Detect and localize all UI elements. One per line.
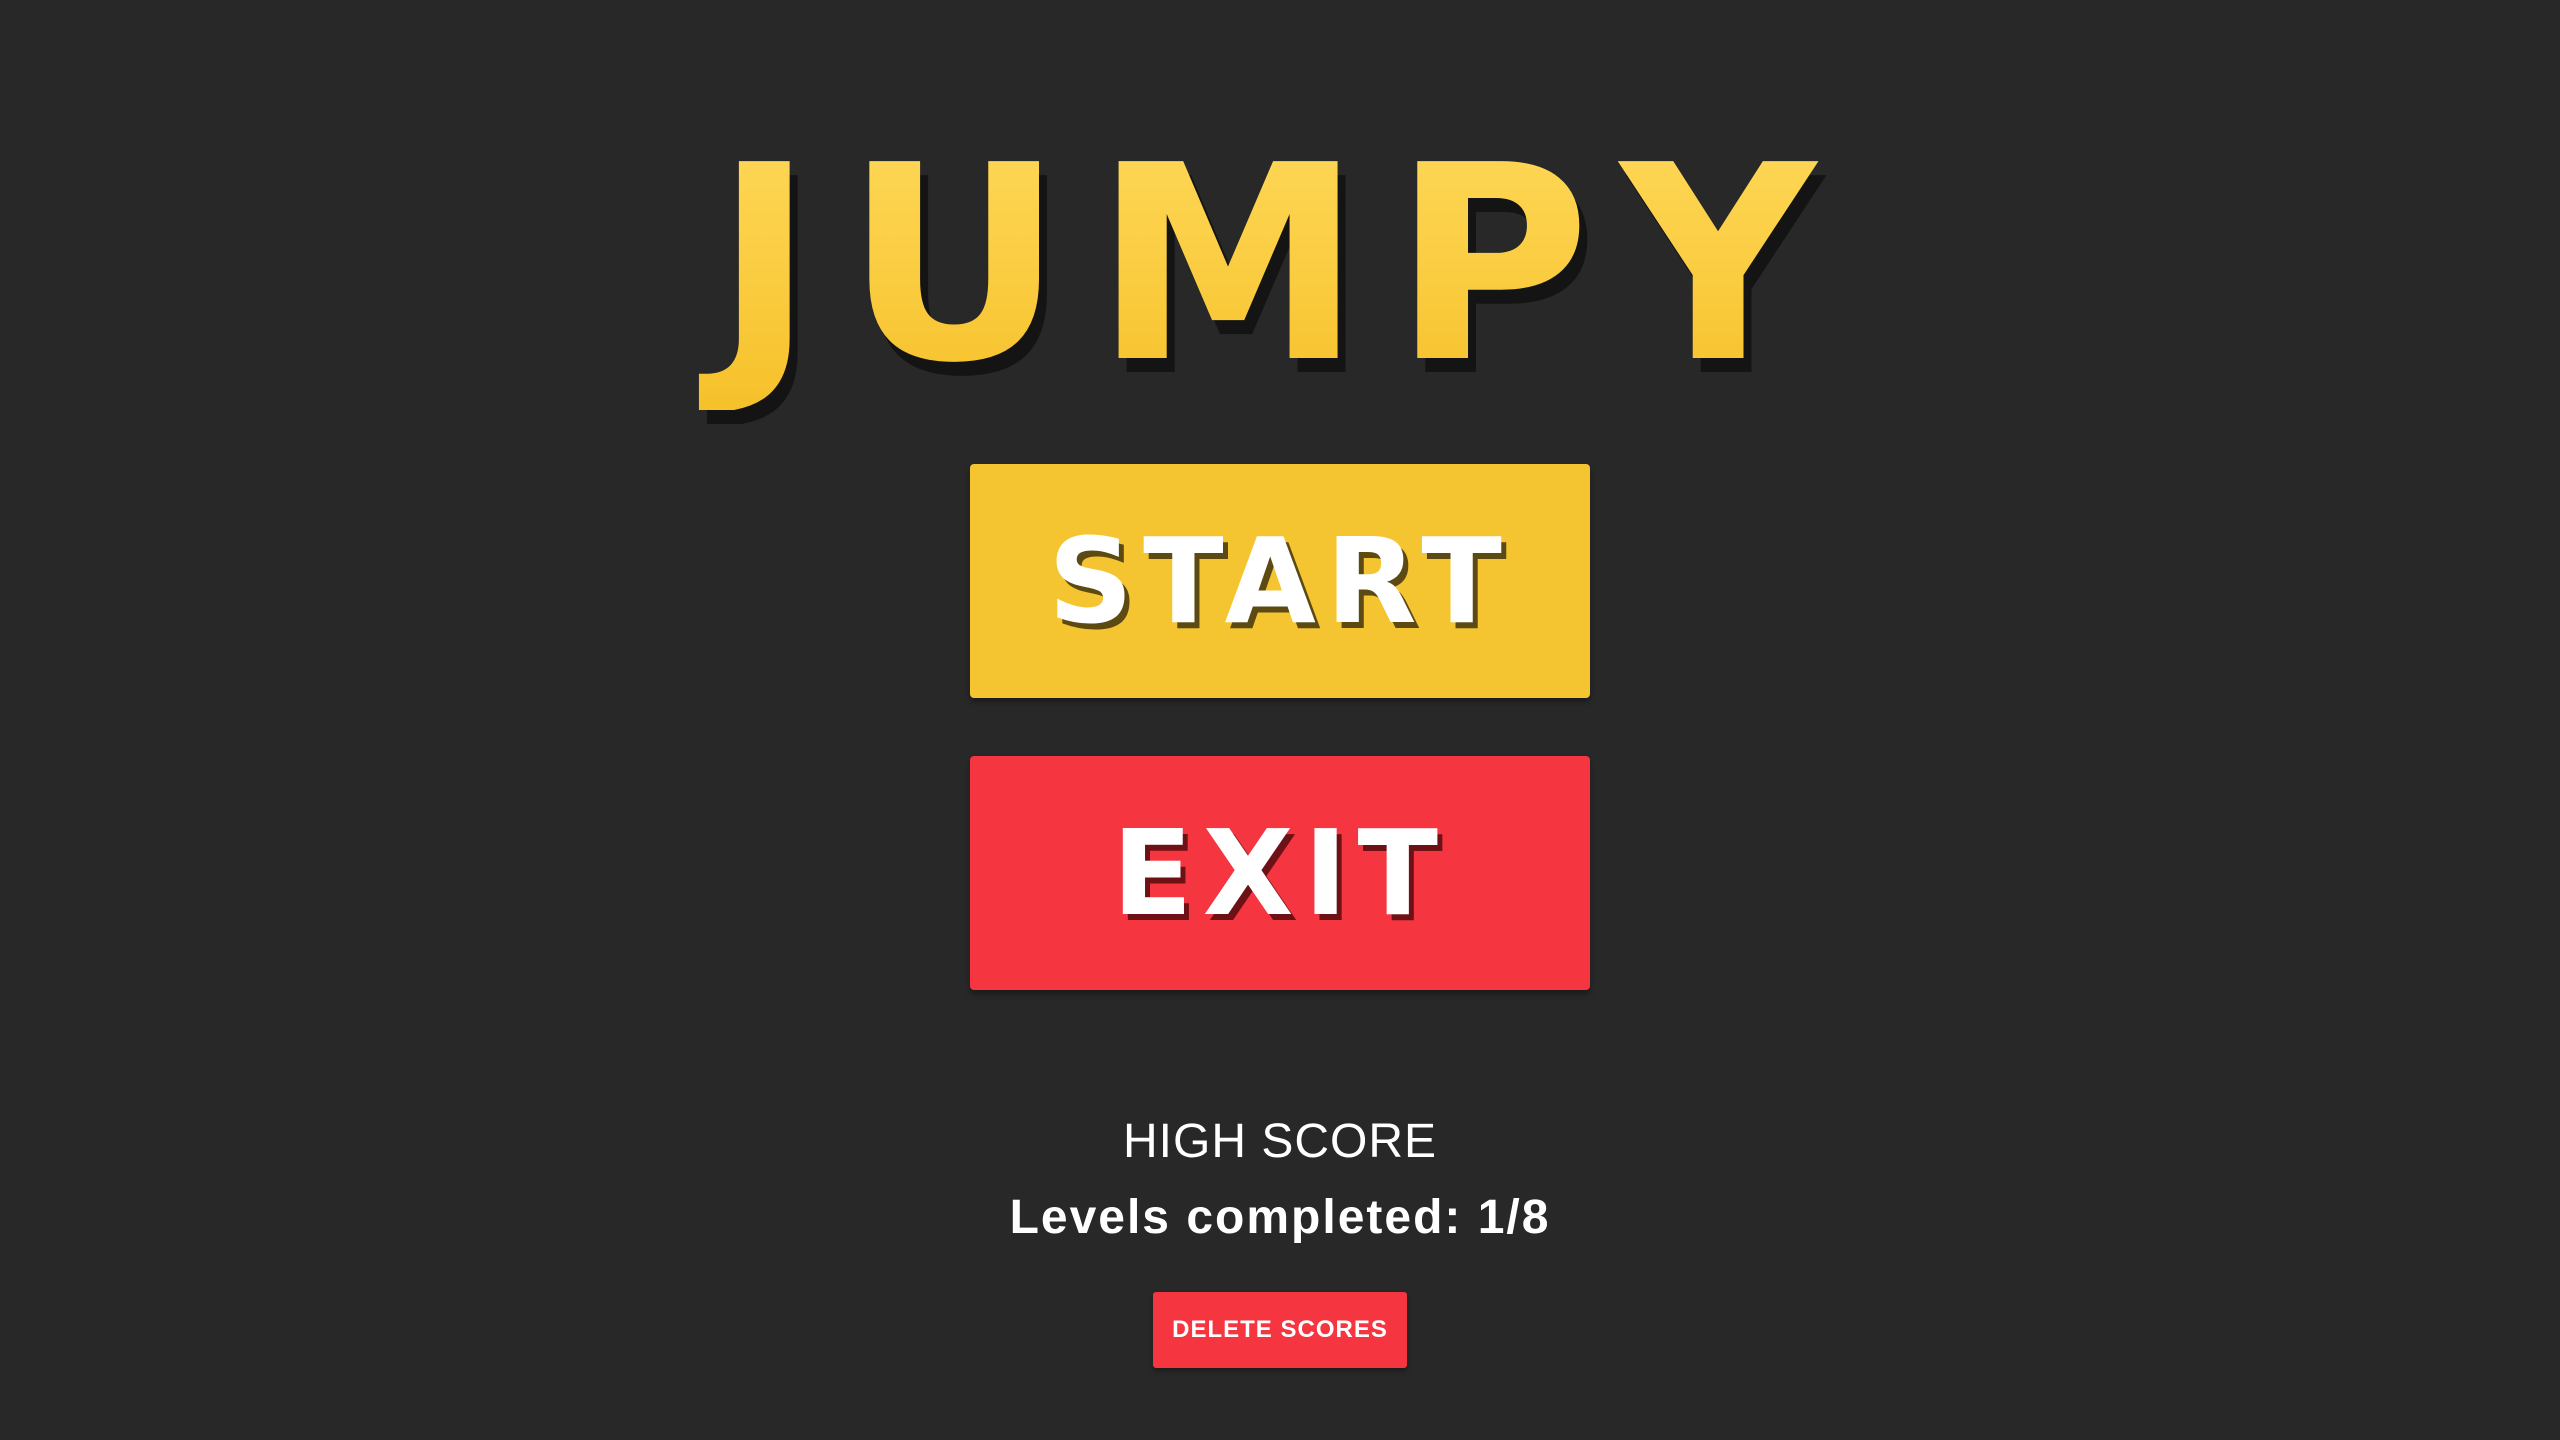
- game-title: JUMPY: [0, 120, 2560, 410]
- delete-scores-label: DELETE SCORES: [1172, 1316, 1388, 1343]
- high-score-heading: HIGH SCORE: [1122, 1115, 1438, 1168]
- main-menu-screen: JUMPY START EXIT HIGH SCORE Levels compl…: [0, 0, 2560, 1440]
- start-button-label: START: [1048, 512, 1512, 650]
- start-button[interactable]: START: [970, 464, 1590, 698]
- exit-button-label: EXIT: [1112, 804, 1448, 942]
- exit-button[interactable]: EXIT: [970, 756, 1590, 990]
- delete-scores-button[interactable]: DELETE SCORES: [1153, 1292, 1407, 1368]
- levels-completed-text: Levels completed: 1/8: [1009, 1191, 1551, 1244]
